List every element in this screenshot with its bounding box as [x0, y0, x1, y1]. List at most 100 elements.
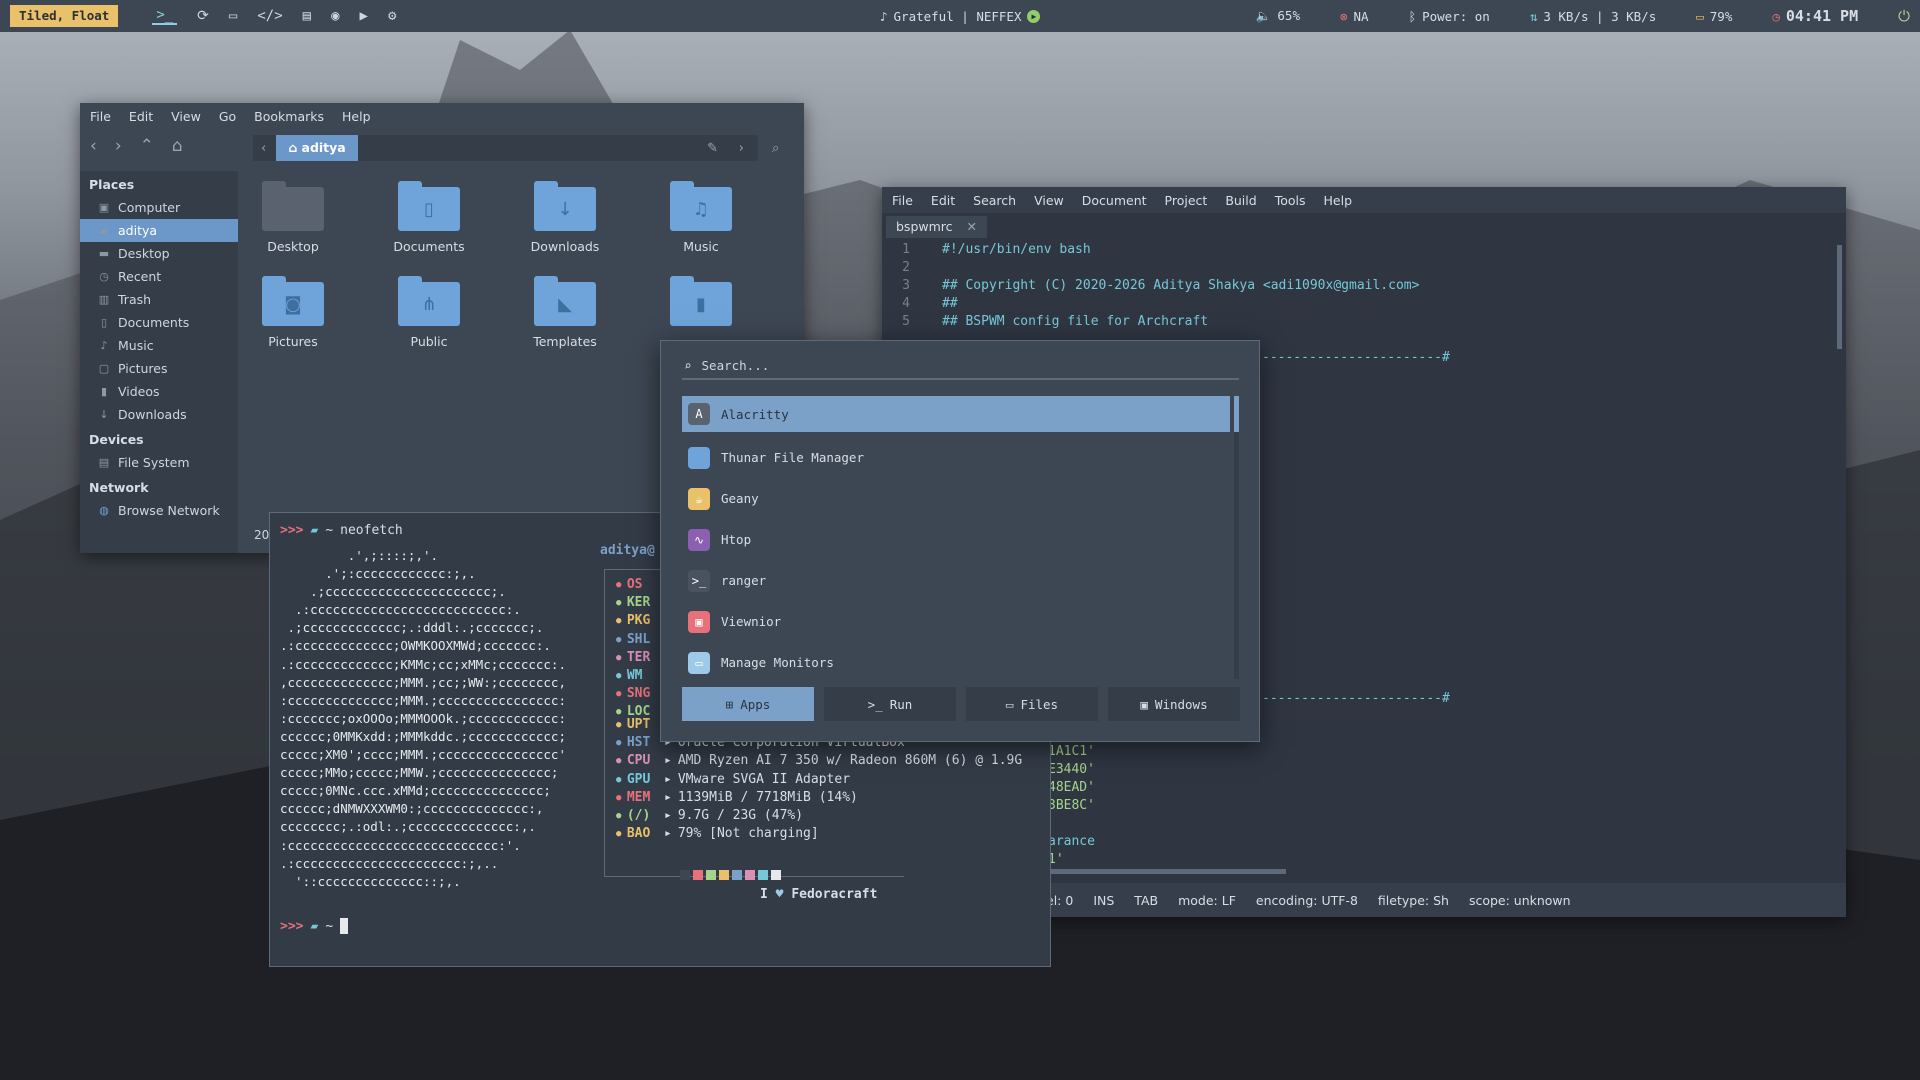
arrow-icon: ▸ — [664, 808, 672, 823]
app-item[interactable]: ☕ Geany — [682, 478, 1230, 519]
editor-menu-search[interactable]: Search — [973, 193, 1016, 208]
editor-menu-edit[interactable]: Edit — [931, 193, 955, 208]
power-icon[interactable]: ⏻ — [1898, 7, 1910, 25]
folder-desktop[interactable]: Desktop — [238, 179, 348, 254]
color-swatch — [771, 870, 781, 880]
vertical-scrollbar[interactable] — [1837, 245, 1842, 349]
up-icon[interactable]: ⌃ — [140, 136, 154, 156]
sidebar-item-aditya[interactable]: ▰ aditya — [80, 219, 238, 242]
code-icon[interactable]: </> — [257, 8, 282, 24]
forward-icon[interactable]: › — [115, 136, 122, 156]
folder-icon[interactable]: ▭ — [229, 8, 237, 24]
prompt-arrow: >>> — [280, 523, 304, 538]
sidebar-item-desktop[interactable]: ▬ Desktop — [80, 242, 238, 265]
search-icon[interactable]: ⌕ — [772, 141, 779, 156]
folder-documents[interactable]: ▯ Documents — [374, 179, 484, 254]
mode-apps[interactable]: ⊞ Apps — [682, 687, 814, 721]
sidebar-item-computer[interactable]: ▣ Computer — [80, 196, 238, 219]
sidebar-item-videos[interactable]: ▮ Videos — [80, 380, 238, 403]
search-icon: ⌕ — [684, 358, 692, 373]
horizontal-scrollbar[interactable] — [1046, 869, 1286, 874]
editor-menu-file[interactable]: File — [892, 193, 913, 208]
song-title: Grateful | NEFFEX — [893, 8, 1022, 24]
app-item[interactable]: ▭ Manage Monitors — [682, 642, 1230, 683]
book-icon[interactable]: ▤ — [303, 8, 311, 24]
info-key: HST — [616, 734, 658, 752]
clock-widget[interactable]: ◷ 04:41 PM — [1772, 7, 1858, 25]
app-item[interactable]: Thunar File Manager — [682, 437, 1230, 478]
close-icon[interactable]: ✕ — [967, 219, 977, 234]
sidebar-item-file-system[interactable]: ▤ File System — [80, 451, 238, 474]
editor-menu-document[interactable]: Document — [1082, 193, 1147, 208]
fm-menu-go[interactable]: Go — [219, 109, 236, 124]
location-bar[interactable]: ‹ ⌂ aditya ✎ › — [253, 135, 758, 161]
fm-menu-file[interactable]: File — [90, 109, 111, 124]
info-value: AMD Ryzen AI 7 350 w/ Radeon 860M (6) @ … — [677, 753, 1023, 769]
neofetch-row: MEM ▸ 1139MiB / 7718MiB (14%) — [616, 789, 858, 807]
battery-icon: ▭ — [1696, 8, 1704, 24]
app-item[interactable]: >_ ranger — [682, 560, 1230, 601]
mode-files[interactable]: ▭ Files — [966, 687, 1098, 721]
tab-bspwmrc[interactable]: bspwmrc ✕ — [886, 216, 987, 238]
editor-menu-tools[interactable]: Tools — [1275, 193, 1306, 208]
gear-icon[interactable]: ⚙ — [388, 8, 396, 24]
folder-templates[interactable]: ◣ Templates — [510, 274, 620, 349]
chat-icon[interactable]: ◉ — [331, 8, 339, 24]
app-item[interactable]: A Alacritty — [682, 396, 1230, 432]
launcher-scrollbar[interactable] — [1234, 396, 1239, 679]
mode-run[interactable]: >_ Run — [824, 687, 956, 721]
prompt-line: >>> ▰ ~ — [280, 918, 349, 934]
fm-menu-bookmarks[interactable]: Bookmarks — [254, 109, 324, 124]
sidebar-item-recent[interactable]: ◷ Recent — [80, 265, 238, 288]
editor-menu-view[interactable]: View — [1034, 193, 1064, 208]
refresh-icon[interactable]: ⟳ — [197, 8, 209, 24]
color-swatch — [758, 870, 768, 880]
editor-menu-project[interactable]: Project — [1165, 193, 1208, 208]
back-icon[interactable]: ‹ — [90, 136, 97, 156]
code-fragment: E3440' — [1048, 762, 1095, 777]
speaker-icon: 🔈 — [1255, 8, 1272, 23]
sidebar-item-downloads[interactable]: ↓ Downloads — [80, 403, 238, 426]
folder-pictures[interactable]: ◙ Pictures — [238, 274, 348, 349]
sidebar-item-browse-network[interactable]: ◍ Browse Network — [80, 499, 238, 522]
youtube-icon[interactable]: ▶ — [360, 8, 368, 24]
folder-videos[interactable]: ▮ — [646, 274, 756, 334]
home-icon[interactable]: ⌂ — [172, 136, 183, 156]
folder-public[interactable]: ⋔ Public — [374, 274, 484, 349]
info-value: 9.7G / 23G (47%) — [677, 808, 804, 823]
speed-widget: ⇅ 3 KB/s | 3 KB/s — [1530, 9, 1656, 24]
sidebar-item-pictures[interactable]: ▢ Pictures — [80, 357, 238, 380]
info-key: WM — [616, 667, 658, 685]
terminal-icon[interactable]: >_ — [152, 7, 178, 25]
fm-menu-view[interactable]: View — [171, 109, 201, 124]
folder-downloads[interactable]: ↓ Downloads — [510, 179, 620, 254]
launcher-search[interactable]: ⌕ Search... — [682, 353, 1239, 380]
code-fragment: arance — [1048, 834, 1095, 849]
layout-mode[interactable]: Tiled, Float — [10, 5, 119, 27]
edit-path-icon[interactable]: ✎ — [707, 141, 718, 156]
sidebar-item-trash[interactable]: ▥ Trash — [80, 288, 238, 311]
chevron-left-icon[interactable]: ‹ — [253, 141, 266, 156]
app-item[interactable]: ▣ Viewnior — [682, 601, 1230, 642]
network-widget[interactable]: ⊗ NA — [1340, 9, 1369, 24]
arrow-icon: ▸ — [664, 753, 672, 769]
volume-widget[interactable]: 🔈 65% — [1256, 8, 1300, 24]
fm-menu-help[interactable]: Help — [342, 109, 371, 124]
app-item[interactable]: ∿ Htop — [682, 519, 1230, 560]
search-input[interactable]: Search... — [702, 358, 770, 373]
battery-widget[interactable]: ▭ 79% — [1696, 9, 1732, 24]
editor-menu-help[interactable]: Help — [1324, 193, 1353, 208]
music-widget[interactable]: ♪ Grateful | NEFFEX ▶ — [880, 8, 1041, 24]
htop-icon: ∿ — [688, 528, 710, 551]
fm-menu-edit[interactable]: Edit — [129, 109, 153, 124]
neofetch-row: SHL — [616, 631, 658, 649]
mode-windows[interactable]: ▣ Windows — [1108, 687, 1240, 721]
play-icon[interactable]: ▶ — [1027, 9, 1041, 23]
breadcrumb[interactable]: ⌂ aditya — [276, 135, 358, 161]
chevron-right-icon[interactable]: › — [739, 141, 744, 156]
bluetooth-widget[interactable]: ᛒ Power: on — [1409, 9, 1490, 24]
sidebar-item-music[interactable]: ♪ Music — [80, 334, 238, 357]
sidebar-item-documents[interactable]: ▯ Documents — [80, 311, 238, 334]
folder-music[interactable]: ♫ Music — [646, 179, 756, 254]
editor-menu-build[interactable]: Build — [1225, 193, 1256, 208]
